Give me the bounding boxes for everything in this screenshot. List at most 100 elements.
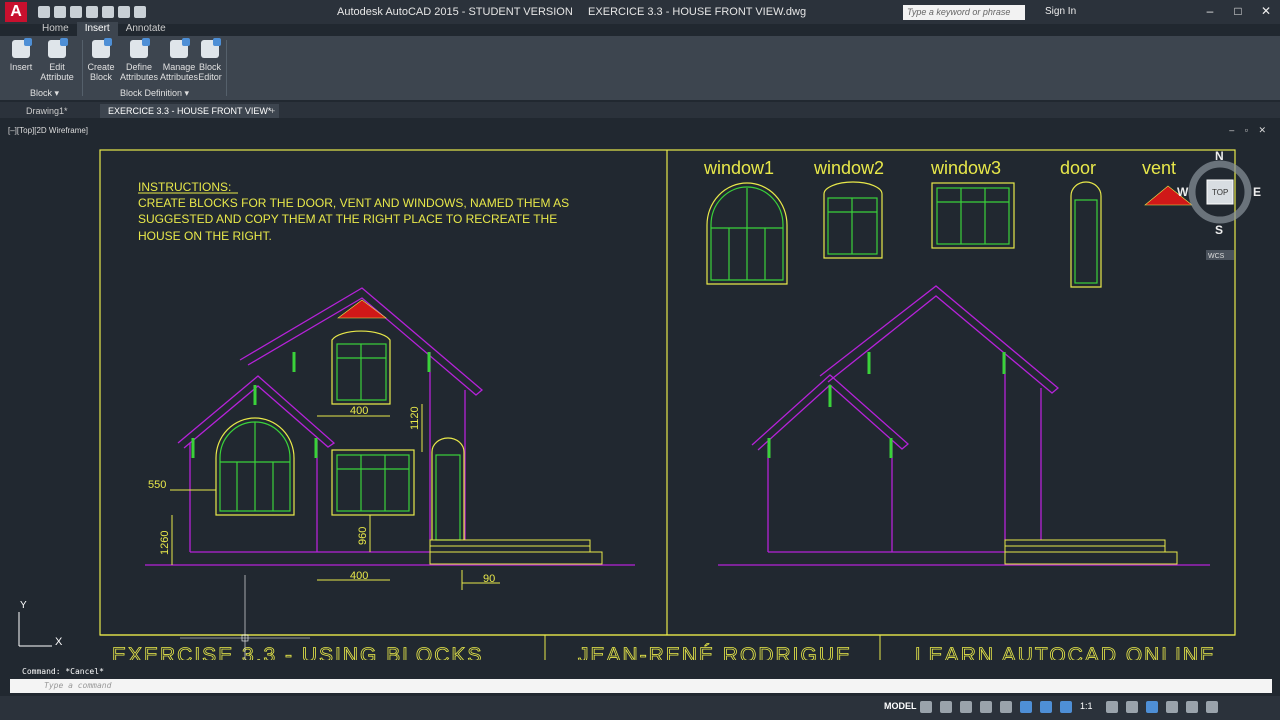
- document-tabs: Drawing1* EXERCICE 3.3 - HOUSE FRONT VIE…: [0, 102, 1280, 118]
- snap-icon[interactable]: [940, 701, 952, 713]
- ortho-icon[interactable]: [960, 701, 972, 713]
- command-line: Command: *Cancel* Type a command: [10, 665, 1272, 695]
- ucs-y-label: Y: [20, 600, 27, 611]
- minimize-button[interactable]: –: [1196, 0, 1224, 22]
- command-input[interactable]: Type a command: [10, 679, 1272, 693]
- application-menu-button[interactable]: A: [0, 0, 32, 24]
- ribbon-panel: Insert Edit Attribute Create Block Defin…: [0, 36, 1280, 100]
- block-window1: [706, 182, 788, 285]
- compass-west[interactable]: W: [1177, 185, 1189, 199]
- block-name-label: window2: [813, 158, 884, 178]
- autocad-logo-icon: A: [5, 2, 27, 22]
- dimension-label: 400: [350, 570, 368, 582]
- tab-home[interactable]: Home: [34, 22, 77, 36]
- block-door: [1070, 181, 1102, 288]
- undo-icon[interactable]: [118, 6, 130, 18]
- panel-label-block[interactable]: Block ▾: [30, 88, 59, 99]
- block-name-label: window3: [930, 158, 1001, 178]
- create-block-button[interactable]: Create Block: [86, 38, 116, 82]
- right-steps: [1004, 539, 1178, 565]
- panel-divider: [226, 40, 227, 96]
- title-block-exercise: EXERCISE 3.3 - USING BLOCKS: [112, 644, 483, 660]
- svg-text:WCS: WCS: [1208, 253, 1225, 260]
- instructions-line: CREATE BLOCKS FOR THE DOOR, VENT AND WIN…: [138, 196, 569, 210]
- tab-annotate[interactable]: Annotate: [118, 22, 174, 36]
- compass-south[interactable]: S: [1215, 223, 1223, 237]
- compass-north[interactable]: N: [1215, 149, 1224, 163]
- doc-tab-drawing1[interactable]: Drawing1*: [18, 104, 76, 118]
- search-input[interactable]: Type a keyword or phrase: [903, 5, 1025, 20]
- window-title: Autodesk AutoCAD 2015 - STUDENT VERSION …: [337, 6, 807, 18]
- save-as-icon[interactable]: [86, 6, 98, 18]
- grid-icon[interactable]: [920, 701, 932, 713]
- annotation-scale-icon[interactable]: 1:1: [1080, 701, 1098, 713]
- edit-attribute-icon: [48, 38, 68, 58]
- manage-attributes-icon: [170, 38, 190, 58]
- dimension-label: 960: [357, 527, 369, 545]
- new-icon[interactable]: [38, 6, 50, 18]
- redo-icon[interactable]: [134, 6, 146, 18]
- cad-drawing[interactable]: INSTRUCTIONS: CREATE BLOCKS FOR THE DOOR…: [0, 120, 1280, 660]
- instructions-line: SUGGESTED AND COPY THEM AT THE RIGHT PLA…: [138, 212, 557, 226]
- define-attributes-button[interactable]: Define Attributes: [120, 38, 158, 82]
- plus-icon[interactable]: [1126, 701, 1138, 713]
- block-name-label: vent: [1142, 158, 1176, 178]
- title-block-site: LEARN AUTOCAD ONLINE: [915, 644, 1216, 660]
- instructions-line: HOUSE ON THE RIGHT.: [138, 229, 272, 243]
- panel-divider: [82, 40, 83, 96]
- status-toggles: 1:1: [920, 701, 1218, 713]
- block-name-label: window1: [703, 158, 774, 178]
- annotation-icon[interactable]: [1060, 701, 1072, 713]
- print-icon[interactable]: [102, 6, 114, 18]
- clean-screen-icon[interactable]: [1186, 701, 1198, 713]
- ribbon-tabs: Home Insert Annotate: [34, 22, 174, 36]
- dimension-label: 400: [350, 405, 368, 417]
- compass-east[interactable]: E: [1253, 185, 1261, 199]
- panel-label-block-definition[interactable]: Block Definition ▾: [120, 88, 189, 99]
- quick-access-toolbar: [32, 6, 146, 18]
- title-bar: A Autodesk AutoCAD 2015 - STUDENT VERSIO…: [0, 0, 1280, 24]
- command-history: Command: *Cancel*: [22, 667, 104, 676]
- svg-text:TOP: TOP: [1212, 188, 1228, 197]
- tab-insert[interactable]: Insert: [76, 22, 118, 36]
- ucs-icon: [18, 612, 52, 647]
- save-icon[interactable]: [70, 6, 82, 18]
- insert-button[interactable]: Insert: [8, 38, 34, 72]
- otrack-icon[interactable]: [1020, 701, 1032, 713]
- model-space-button[interactable]: MODEL: [884, 701, 917, 711]
- instructions-title: INSTRUCTIONS:: [138, 180, 231, 194]
- dimension-label: 90: [483, 573, 495, 585]
- block-name-label: door: [1060, 158, 1096, 178]
- edit-attribute-button[interactable]: Edit Attribute: [38, 38, 76, 82]
- new-tab-button[interactable]: +: [262, 104, 283, 118]
- right-roof-brackets: [767, 352, 1006, 458]
- window-controls: – □ ✕: [1196, 0, 1280, 22]
- maximize-button[interactable]: □: [1224, 0, 1252, 22]
- create-block-icon: [92, 38, 112, 58]
- isolate-icon[interactable]: [1146, 701, 1158, 713]
- close-button[interactable]: ✕: [1252, 0, 1280, 22]
- open-icon[interactable]: [54, 6, 66, 18]
- gear-icon[interactable]: [1106, 701, 1118, 713]
- dimension-label: 1260: [159, 531, 171, 555]
- block-window3: [931, 182, 1015, 249]
- doc-tab-exercise[interactable]: EXERCICE 3.3 - HOUSE FRONT VIEW*: [100, 104, 280, 118]
- customize-icon[interactable]: [1206, 701, 1218, 713]
- osnap-icon[interactable]: [1000, 701, 1012, 713]
- hardware-icon[interactable]: [1166, 701, 1178, 713]
- title-block-author: JEAN-RENÉ RODRIGUE: [578, 644, 852, 660]
- left-window2: [331, 330, 391, 405]
- polar-icon[interactable]: [980, 701, 992, 713]
- sign-in-button[interactable]: Sign In: [1045, 6, 1076, 17]
- lineweight-icon[interactable]: [1040, 701, 1052, 713]
- left-window1: [215, 417, 295, 516]
- ucs-x-label: X: [55, 636, 63, 648]
- status-bar: MODEL 1:1: [0, 696, 1280, 720]
- manage-attributes-button[interactable]: Manage Attributes: [160, 38, 198, 82]
- right-house: [751, 285, 1060, 553]
- define-attributes-icon: [130, 38, 150, 58]
- block-window2: [823, 181, 883, 259]
- left-steps: [429, 539, 603, 565]
- block-editor-button[interactable]: Block Editor: [198, 38, 222, 82]
- insert-block-icon: [12, 38, 32, 58]
